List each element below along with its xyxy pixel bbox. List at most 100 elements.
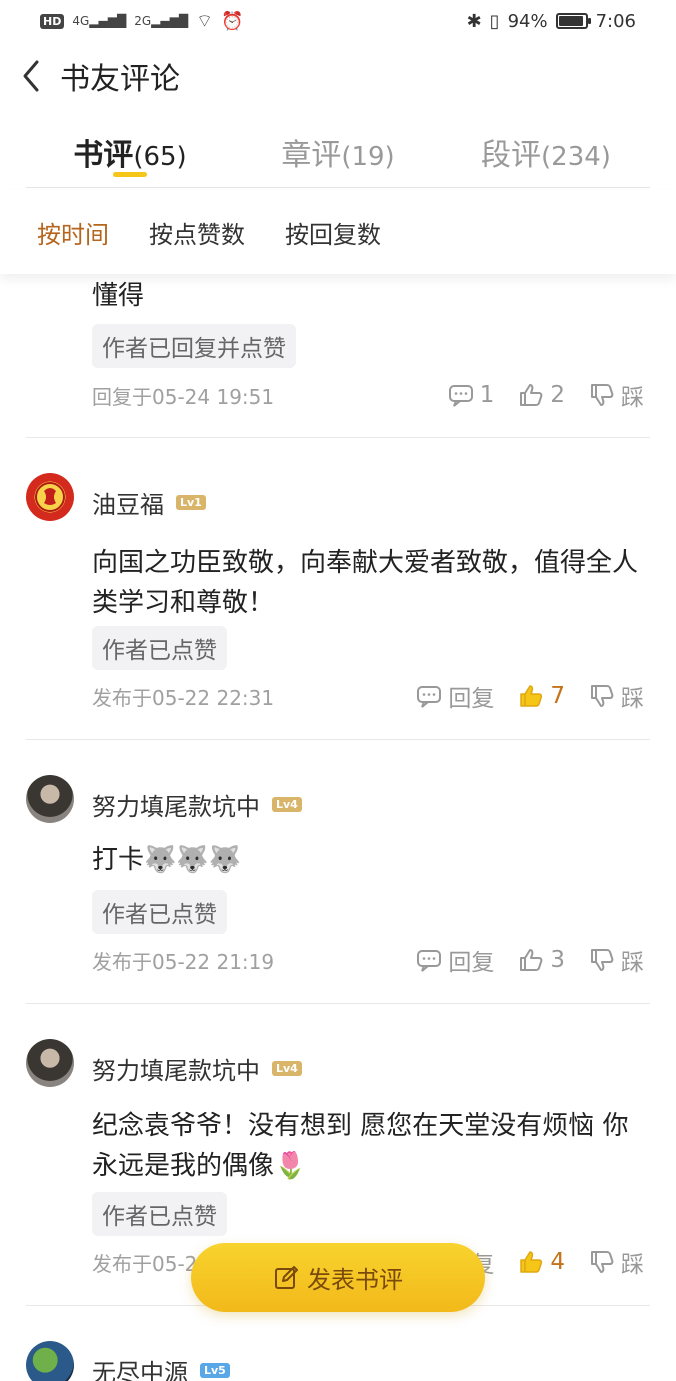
sort-by-time[interactable]: 按时间 bbox=[37, 215, 109, 250]
author-reaction-tag: 作者已点赞 bbox=[92, 626, 227, 670]
vibrate-icon: ▯ bbox=[489, 10, 500, 32]
avatar[interactable] bbox=[26, 775, 74, 823]
dislike-button[interactable]: 踩 bbox=[589, 378, 644, 412]
like-count: 7 bbox=[550, 683, 565, 709]
comment-actions: 1 2 踩 bbox=[448, 378, 644, 412]
review-tabs: 书评 (65) 章评 (19) 段评 (234) bbox=[26, 112, 650, 188]
post-review-label: 发表书评 bbox=[307, 1266, 403, 1294]
username[interactable]: 无尽中源 bbox=[92, 1353, 188, 1381]
reply-button[interactable]: 回复 bbox=[416, 679, 494, 713]
comment-time: 回复于05-24 19:51 bbox=[92, 384, 275, 409]
like-count: 4 bbox=[550, 1249, 565, 1275]
avatar[interactable] bbox=[26, 473, 74, 521]
comment-meta: 发布于05-22 21:19 回复 3 踩 bbox=[92, 943, 644, 977]
signal-2-icon: 2G▂▄▆█ bbox=[134, 14, 189, 28]
tab-book-review[interactable]: 书评 (65) bbox=[26, 112, 234, 187]
thumbs-down-icon bbox=[591, 384, 614, 406]
level-badge: Lv4 bbox=[272, 797, 302, 812]
avatar[interactable] bbox=[26, 1341, 74, 1381]
back-arrow-icon bbox=[23, 60, 39, 92]
status-bar: HD 4G▂▄▆█ 2G▂▄▆█ ⌔ ⏰ ✱ ▯ 94% 7:06 bbox=[0, 0, 676, 42]
comment-text: 打卡🐺🐺🐺 bbox=[92, 845, 242, 875]
tab-count: (234) bbox=[541, 142, 611, 172]
level-badge: Lv4 bbox=[272, 1061, 302, 1076]
sort-by-likes[interactable]: 按点赞数 bbox=[149, 215, 245, 250]
level-badge: Lv1 bbox=[176, 495, 206, 510]
wifi-icon: ⌔ bbox=[196, 10, 213, 32]
reply-count: 1 bbox=[479, 382, 495, 408]
sort-by-replies[interactable]: 按回复数 bbox=[285, 215, 381, 250]
battery-icon bbox=[555, 13, 591, 29]
tab-count: (19) bbox=[341, 142, 395, 172]
comment-text: 向国之功臣致敬，向奉献大爱者致敬，值得全人类学习和尊敬！ bbox=[92, 548, 639, 618]
like-count: 3 bbox=[550, 947, 565, 973]
level-badge: Lv5 bbox=[200, 1363, 230, 1378]
reply-button[interactable]: 1 bbox=[448, 382, 495, 408]
sort-bar: 按时间 按点赞数 按回复数 bbox=[0, 190, 676, 274]
page-title: 书友评论 bbox=[60, 62, 180, 97]
reply-button[interactable]: 回复 bbox=[416, 943, 494, 977]
thumbs-down-icon bbox=[591, 1251, 614, 1273]
username[interactable]: 努力填尾款坑中 bbox=[92, 787, 260, 822]
comment-item: 油豆福 Lv1 向国之功臣致敬，向奉献大爱者致敬，值得全人类学习和尊敬！ 作者已… bbox=[26, 438, 650, 740]
comment-list: 懂得 作者已回复并点赞 回复于05-24 19:51 1 2 踩 油豆福 Lv1… bbox=[0, 274, 676, 1381]
comment-icon bbox=[417, 686, 442, 708]
clock-time: 7:06 bbox=[595, 10, 636, 32]
like-count: 2 bbox=[550, 382, 565, 408]
battery-percent: 94% bbox=[507, 10, 548, 32]
avatar[interactable] bbox=[26, 1039, 74, 1087]
comment-meta: 发布于05-22 22:31 回复 7 踩 bbox=[92, 679, 644, 713]
back-button[interactable] bbox=[0, 42, 62, 110]
like-button[interactable]: 3 bbox=[518, 947, 565, 973]
username[interactable]: 油豆福 bbox=[92, 485, 164, 520]
user-row: 油豆福 Lv1 bbox=[92, 485, 206, 520]
signal-1-icon: 4G▂▄▆█ bbox=[72, 14, 127, 28]
tab-active-indicator bbox=[113, 172, 147, 177]
author-reaction-tag: 作者已点赞 bbox=[92, 890, 227, 934]
post-review-button[interactable]: 发表书评 bbox=[191, 1243, 485, 1312]
tab-label: 书评 bbox=[73, 138, 134, 173]
dislike-label: 踩 bbox=[621, 1252, 644, 1278]
comment-time: 发布于05-2 bbox=[92, 1251, 198, 1276]
dislike-label: 踩 bbox=[621, 686, 644, 712]
author-reaction-tag: 作者已回复并点赞 bbox=[92, 324, 296, 368]
avatar-logo-icon bbox=[35, 482, 65, 512]
header: 书友评论 bbox=[0, 42, 676, 110]
status-right: ✱ ▯ 94% 7:06 bbox=[467, 11, 636, 32]
hd-icon: HD bbox=[40, 13, 65, 29]
dislike-label: 踩 bbox=[621, 950, 644, 976]
thumbs-up-filled-icon bbox=[520, 1251, 543, 1273]
thumbs-down-icon bbox=[591, 949, 614, 971]
comment-time: 发布于05-22 21:19 bbox=[92, 949, 275, 974]
thumbs-up-filled-icon bbox=[520, 685, 543, 707]
comment-item: 懂得 作者已回复并点赞 回复于05-24 19:51 1 2 踩 bbox=[26, 274, 650, 438]
tab-paragraph-review[interactable]: 段评 (234) bbox=[442, 112, 650, 187]
author-reaction-tag: 作者已点赞 bbox=[92, 1192, 227, 1236]
comment-item: 努力填尾款坑中 Lv4 打卡🐺🐺🐺 作者已点赞 发布于05-22 21:19 回… bbox=[26, 740, 650, 1004]
comment-actions: 回复 3 踩 bbox=[416, 943, 644, 977]
dislike-button[interactable]: 踩 bbox=[589, 1245, 644, 1279]
like-button[interactable]: 7 bbox=[518, 683, 565, 709]
reply-label: 回复 bbox=[448, 950, 495, 976]
like-button[interactable]: 2 bbox=[518, 382, 565, 408]
bluetooth-icon: ✱ bbox=[466, 10, 482, 32]
dislike-button[interactable]: 踩 bbox=[589, 943, 644, 977]
tab-label: 章评 bbox=[281, 138, 342, 173]
comment-actions: 复 4 踩 bbox=[471, 1245, 644, 1279]
dislike-button[interactable]: 踩 bbox=[589, 679, 644, 713]
thumbs-up-icon bbox=[520, 384, 543, 406]
comment-item: 无尽中源 Lv5 bbox=[26, 1306, 650, 1381]
user-row: 努力填尾款坑中 Lv4 bbox=[92, 787, 302, 822]
comment-meta: 回复于05-24 19:51 1 2 踩 bbox=[92, 378, 644, 412]
tab-count: (65) bbox=[133, 142, 187, 172]
like-button[interactable]: 4 bbox=[518, 1249, 565, 1275]
comment-icon bbox=[448, 385, 473, 407]
dislike-label: 踩 bbox=[621, 385, 644, 411]
comment-actions: 回复 7 踩 bbox=[416, 679, 644, 713]
tab-chapter-review[interactable]: 章评 (19) bbox=[234, 112, 442, 187]
edit-icon bbox=[275, 1265, 298, 1289]
comment-text: 懂得 bbox=[92, 281, 145, 311]
user-row: 努力填尾款坑中 Lv4 bbox=[92, 1051, 302, 1086]
thumbs-up-icon bbox=[520, 949, 543, 971]
username[interactable]: 努力填尾款坑中 bbox=[92, 1051, 260, 1086]
